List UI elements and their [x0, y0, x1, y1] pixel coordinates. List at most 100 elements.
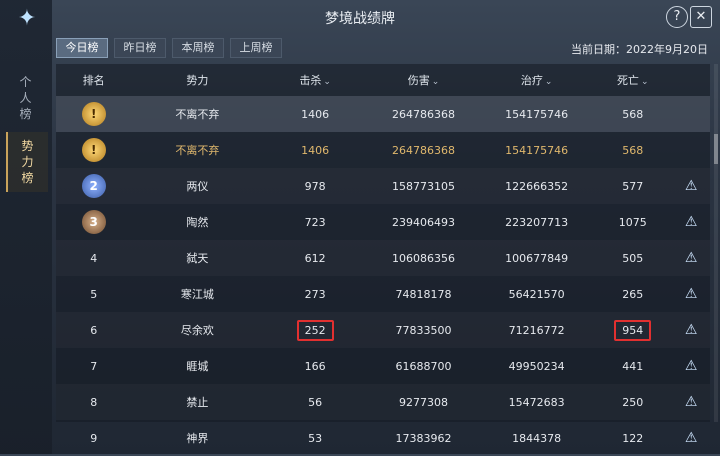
report-warning-icon[interactable]: ⚠ — [682, 394, 700, 410]
header-death[interactable]: 死亡 ⌄ — [593, 72, 672, 88]
sort-icon: ⌄ — [640, 77, 649, 87]
report-warning-icon[interactable]: ⚠ — [682, 250, 700, 266]
header-damage[interactable]: 伤害 ⌄ — [367, 72, 480, 88]
header-death-label: 死亡 — [616, 74, 639, 87]
damage-cell: 158773105 — [392, 179, 456, 193]
rank-cell: ! — [56, 138, 131, 162]
tab-this-week[interactable]: 本周榜 — [172, 38, 224, 58]
table-header: 排名 势力 击杀 ⌄ 伤害 ⌄ 治疗 ⌄ 死亡 ⌄ — [56, 64, 710, 96]
death-cell: 1075 — [618, 215, 647, 229]
silver-medal-icon: 2 — [81, 174, 106, 198]
sort-icon: ⌄ — [431, 77, 440, 87]
table-row[interactable]: ! 不离不弃 1406 264786368 154175746 568 — [56, 132, 710, 168]
tab-yesterday[interactable]: 昨日榜 — [114, 38, 166, 58]
sidebar-tab-label: 势 力 榜 — [21, 139, 35, 185]
table-row[interactable]: 5 寒江城 273 74818178 56421570 265 ⚠ — [56, 276, 710, 312]
period-tabs: 今日榜 昨日榜 本周榜 上周榜 — [56, 38, 282, 58]
faction-name-cell: 寒江城 — [180, 288, 214, 301]
header-kill-label: 击杀 — [299, 74, 322, 87]
rank-cell: 4 — [90, 251, 98, 265]
header-damage-label: 伤害 — [407, 74, 430, 87]
faction-name-cell: 尽余欢 — [180, 324, 214, 337]
action-cell: ⚠ — [672, 178, 710, 194]
scroll-thumb[interactable] — [714, 134, 718, 164]
rank-cell: 8 — [90, 395, 98, 409]
damage-cell: 239406493 — [392, 215, 456, 229]
action-cell: ⚠ — [672, 430, 710, 446]
table-row[interactable]: ! 不离不弃 1406 264786368 154175746 568 — [56, 96, 710, 132]
death-cell: 577 — [622, 179, 644, 193]
heal-cell: 100677849 — [505, 251, 569, 265]
faction-name-cell: 两仪 — [186, 180, 209, 193]
report-warning-icon[interactable]: ⚠ — [682, 430, 700, 446]
sort-icon: ⌄ — [323, 77, 331, 87]
action-cell: ⚠ — [672, 322, 710, 338]
rank-cell: 9 — [90, 431, 98, 445]
kill-cell-highlight: 252 — [296, 319, 334, 341]
heal-cell: 154175746 — [505, 107, 569, 121]
faction-name-cell: 不离不弃 — [175, 144, 220, 157]
sidebar-tab-faction[interactable]: 势 力 榜 — [6, 132, 48, 192]
header-faction: 势力 — [186, 74, 209, 87]
header-kill[interactable]: 击杀 ⌄ — [263, 72, 367, 88]
table-row[interactable]: 7 睚城 166 61688700 49950234 441 ⚠ — [56, 348, 710, 384]
table-row[interactable]: 9 神界 53 17383962 1844378 122 ⚠ — [56, 420, 710, 456]
heal-cell: 1844378 — [512, 431, 562, 445]
gold-medal-icon: ! — [81, 138, 106, 162]
heal-cell: 122666352 — [505, 179, 569, 193]
bronze-medal-icon: 3 — [81, 210, 106, 234]
scrollbar[interactable] — [714, 64, 718, 422]
heal-cell: 71216772 — [508, 323, 565, 337]
kill-cell: 978 — [304, 179, 326, 193]
ranking-table: 排名 势力 击杀 ⌄ 伤害 ⌄ 治疗 ⌄ 死亡 ⌄ ! 不离不弃 1406 264786368… — [56, 64, 710, 446]
table-row[interactable]: 8 禁止 56 9277308 15472683 250 ⚠ — [56, 384, 710, 420]
damage-cell: 106086356 — [392, 251, 456, 265]
sidebar-tab-personal[interactable]: 个 人 榜 — [6, 74, 46, 122]
death-cell: 441 — [622, 359, 644, 373]
help-button[interactable]: ? — [666, 6, 688, 28]
report-warning-icon[interactable]: ⚠ — [682, 322, 700, 338]
heal-cell: 154175746 — [505, 143, 569, 157]
damage-cell: 9277308 — [399, 395, 449, 409]
scoreboard-window: ✦ 个 人 榜 势 力 榜 梦境战绩牌 ? ✕ 今日榜 昨日榜 本周榜 上周榜 … — [0, 0, 720, 454]
rank-cell: ! — [56, 102, 131, 126]
close-button[interactable]: ✕ — [690, 6, 712, 28]
report-warning-icon[interactable]: ⚠ — [682, 214, 700, 230]
death-cell: 265 — [622, 287, 644, 301]
action-cell: ⚠ — [672, 250, 710, 266]
table-row[interactable]: 3 陶然 723 239406493 223207713 1075 ⚠ — [56, 204, 710, 240]
heal-cell: 15472683 — [508, 395, 565, 409]
rank-cell: 2 — [56, 174, 131, 198]
tab-today[interactable]: 今日榜 — [56, 38, 108, 58]
heal-cell: 49950234 — [508, 359, 565, 373]
kill-cell: 723 — [304, 215, 326, 229]
table-row[interactable]: 2 两仪 978 158773105 122666352 577 ⚠ — [56, 168, 710, 204]
faction-name-cell: 不离不弃 — [175, 108, 220, 121]
damage-cell: 74818178 — [395, 287, 452, 301]
rank-cell: 7 — [90, 359, 98, 373]
damage-cell: 61688700 — [395, 359, 452, 373]
faction-name-cell: 弑天 — [186, 252, 209, 265]
header-heal-label: 治疗 — [520, 74, 543, 87]
table-row[interactable]: 4 弑天 612 106086356 100677849 505 ⚠ — [56, 240, 710, 276]
damage-cell: 17383962 — [395, 431, 452, 445]
heal-cell: 223207713 — [505, 215, 569, 229]
faction-name-cell: 神界 — [186, 432, 209, 445]
kill-cell: 612 — [304, 251, 326, 265]
tab-last-week[interactable]: 上周榜 — [230, 38, 282, 58]
kill-cell: 166 — [304, 359, 326, 373]
action-cell: ⚠ — [672, 286, 710, 302]
death-cell-highlight: 954 — [614, 319, 652, 341]
header-heal[interactable]: 治疗 ⌄ — [480, 72, 593, 88]
death-cell: 568 — [622, 107, 644, 121]
kill-cell: 1406 — [301, 143, 330, 157]
faction-name-cell: 禁止 — [186, 396, 209, 409]
action-cell: ⚠ — [672, 358, 710, 374]
rank-cell: 6 — [90, 323, 98, 337]
report-warning-icon[interactable]: ⚠ — [682, 358, 700, 374]
death-cell: 505 — [622, 251, 644, 265]
report-warning-icon[interactable]: ⚠ — [682, 286, 700, 302]
table-row[interactable]: 6 尽余欢 252 77833500 71216772 954 ⚠ — [56, 312, 710, 348]
faction-name-cell: 睚城 — [186, 360, 209, 373]
report-warning-icon[interactable]: ⚠ — [682, 178, 700, 194]
